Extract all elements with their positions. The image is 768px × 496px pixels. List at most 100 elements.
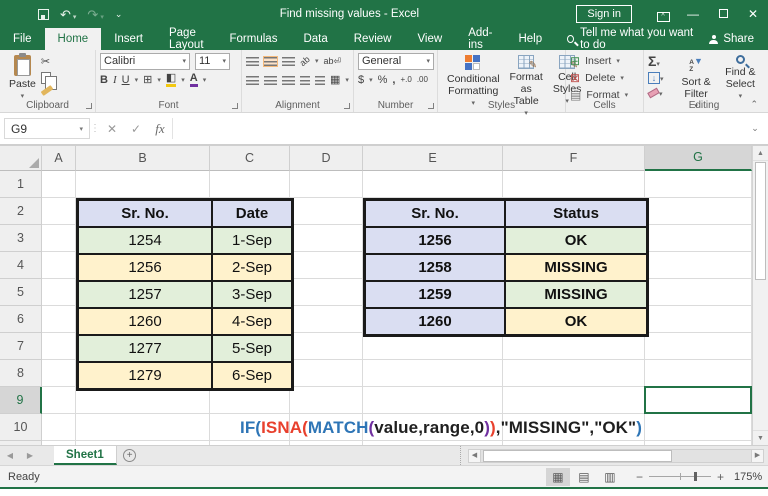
format-painter-button[interactable] <box>41 85 54 96</box>
fill-color-caret-icon[interactable]: ▾ <box>181 76 185 84</box>
tab-view[interactable]: View <box>404 28 455 50</box>
sign-in-button[interactable]: Sign in <box>576 5 632 23</box>
align-center-icon[interactable] <box>264 76 277 85</box>
row-header-4[interactable]: 4 <box>0 252 42 279</box>
formula-input[interactable] <box>172 118 746 139</box>
cell-G10[interactable] <box>645 414 752 441</box>
cell-G5[interactable] <box>645 279 752 306</box>
cell-F3[interactable] <box>503 225 645 252</box>
cell-B7[interactable] <box>76 333 210 360</box>
cut-button[interactable]: ✂ <box>41 57 53 68</box>
underline-caret-icon[interactable]: ▾ <box>135 76 139 84</box>
cell-F5[interactable] <box>503 279 645 306</box>
cell-B8[interactable] <box>76 360 210 387</box>
cell-G1[interactable] <box>645 171 752 198</box>
fill-button[interactable]: ↓▾ <box>648 72 673 84</box>
number-format-combo[interactable]: General▾ <box>358 53 434 70</box>
vertical-scroll-track[interactable] <box>753 281 768 430</box>
tab-insert[interactable]: Insert <box>101 28 156 50</box>
cell-D10[interactable] <box>290 414 363 441</box>
currency-button[interactable]: $ <box>358 75 364 86</box>
clipboard-dialog-launcher[interactable] <box>86 103 92 109</box>
horizontal-scroll-track[interactable] <box>481 449 751 463</box>
ribbon-display-options-button[interactable]: ^ <box>648 7 678 22</box>
row-header-8[interactable]: 8 <box>0 360 42 387</box>
cell-D2[interactable] <box>290 198 363 225</box>
column-header-G[interactable]: G <box>645 146 752 171</box>
increase-decimal-button[interactable]: +.0 <box>400 76 411 84</box>
cell-F11[interactable] <box>503 441 645 445</box>
cell-E7[interactable] <box>363 333 503 360</box>
align-middle-icon[interactable] <box>264 57 277 66</box>
vertical-scroll-thumb[interactable] <box>755 162 766 280</box>
cell-C1[interactable] <box>210 171 290 198</box>
tab-page-layout[interactable]: Page Layout <box>156 28 217 50</box>
tab-data[interactable]: Data <box>290 28 340 50</box>
cell-D7[interactable] <box>290 333 363 360</box>
row-header-2[interactable]: 2 <box>0 198 42 225</box>
autosum-button[interactable]: Σ▾ <box>648 54 673 69</box>
cell-B11[interactable] <box>76 441 210 445</box>
vertical-scrollbar[interactable]: ▲ ▼ <box>752 146 768 445</box>
align-right-icon[interactable] <box>282 76 295 85</box>
insert-cells-button[interactable]: ⊞Insert▾ <box>570 53 641 69</box>
cell-A10[interactable] <box>42 414 76 441</box>
row-header-11[interactable]: 11 <box>0 441 42 445</box>
cell-D5[interactable] <box>290 279 363 306</box>
tell-me-search[interactable]: Tell me what you want to do <box>555 28 709 50</box>
scroll-down-icon[interactable]: ▼ <box>753 430 768 445</box>
redo-caret-icon[interactable]: ▾ <box>100 14 104 21</box>
clear-button[interactable]: ▾ <box>648 87 673 99</box>
cell-D8[interactable] <box>290 360 363 387</box>
next-sheet-icon[interactable]: ▶ <box>20 446 40 465</box>
font-dialog-launcher[interactable] <box>232 103 238 109</box>
cell-B9[interactable] <box>76 387 210 414</box>
cell-A1[interactable] <box>42 171 76 198</box>
cell-B2[interactable] <box>76 198 210 225</box>
font-color-button[interactable]: A <box>190 73 198 87</box>
insert-function-button[interactable]: fx <box>148 121 172 137</box>
column-header-D[interactable]: D <box>290 146 363 171</box>
horizontal-scrollbar[interactable]: ◀ ▶ <box>468 446 768 465</box>
italic-button[interactable]: I <box>113 75 117 86</box>
cell-F9[interactable] <box>503 387 645 414</box>
cell-C10[interactable] <box>210 414 290 441</box>
cell-G2[interactable] <box>645 198 752 225</box>
undo-caret-icon[interactable]: ▾ <box>73 14 77 21</box>
horizontal-scroll-thumb[interactable] <box>483 450 672 462</box>
cell-C8[interactable] <box>210 360 290 387</box>
confirm-entry-icon[interactable]: ✓ <box>124 122 148 136</box>
underline-button[interactable]: U <box>122 75 130 86</box>
customize-qat-icon[interactable]: ⌄ <box>115 10 123 19</box>
page-break-view-icon[interactable]: ▥ <box>598 468 622 486</box>
zoom-out-button[interactable]: − <box>636 470 643 484</box>
cell-C11[interactable] <box>210 441 290 445</box>
sheet-tab-active[interactable]: Sheet1 <box>54 446 117 465</box>
scroll-up-icon[interactable]: ▲ <box>753 146 768 161</box>
tab-file[interactable]: File <box>0 28 45 50</box>
percent-button[interactable]: % <box>378 75 388 86</box>
column-header-C[interactable]: C <box>210 146 290 171</box>
cell-G4[interactable] <box>645 252 752 279</box>
cell-C6[interactable] <box>210 306 290 333</box>
formula-bar-splitter[interactable]: ⋮ <box>90 123 100 134</box>
cell-F6[interactable] <box>503 306 645 333</box>
cell-A6[interactable] <box>42 306 76 333</box>
align-top-icon[interactable] <box>246 57 259 66</box>
column-header-B[interactable]: B <box>76 146 210 171</box>
tab-review[interactable]: Review <box>341 28 405 50</box>
column-header-A[interactable]: A <box>42 146 76 171</box>
save-icon[interactable] <box>38 9 49 20</box>
cell-C5[interactable] <box>210 279 290 306</box>
select-all-corner[interactable] <box>0 146 42 171</box>
zoom-in-button[interactable]: + <box>717 470 724 484</box>
row-header-9[interactable]: 9 <box>0 387 42 414</box>
fill-color-button[interactable]: ◧ <box>166 73 176 87</box>
prev-sheet-icon[interactable]: ◀ <box>0 446 20 465</box>
cell-D6[interactable] <box>290 306 363 333</box>
share-button[interactable]: Share <box>709 28 768 50</box>
row-header-3[interactable]: 3 <box>0 225 42 252</box>
cell-B6[interactable] <box>76 306 210 333</box>
zoom-slider[interactable] <box>649 476 711 477</box>
cell-C9[interactable] <box>210 387 290 414</box>
